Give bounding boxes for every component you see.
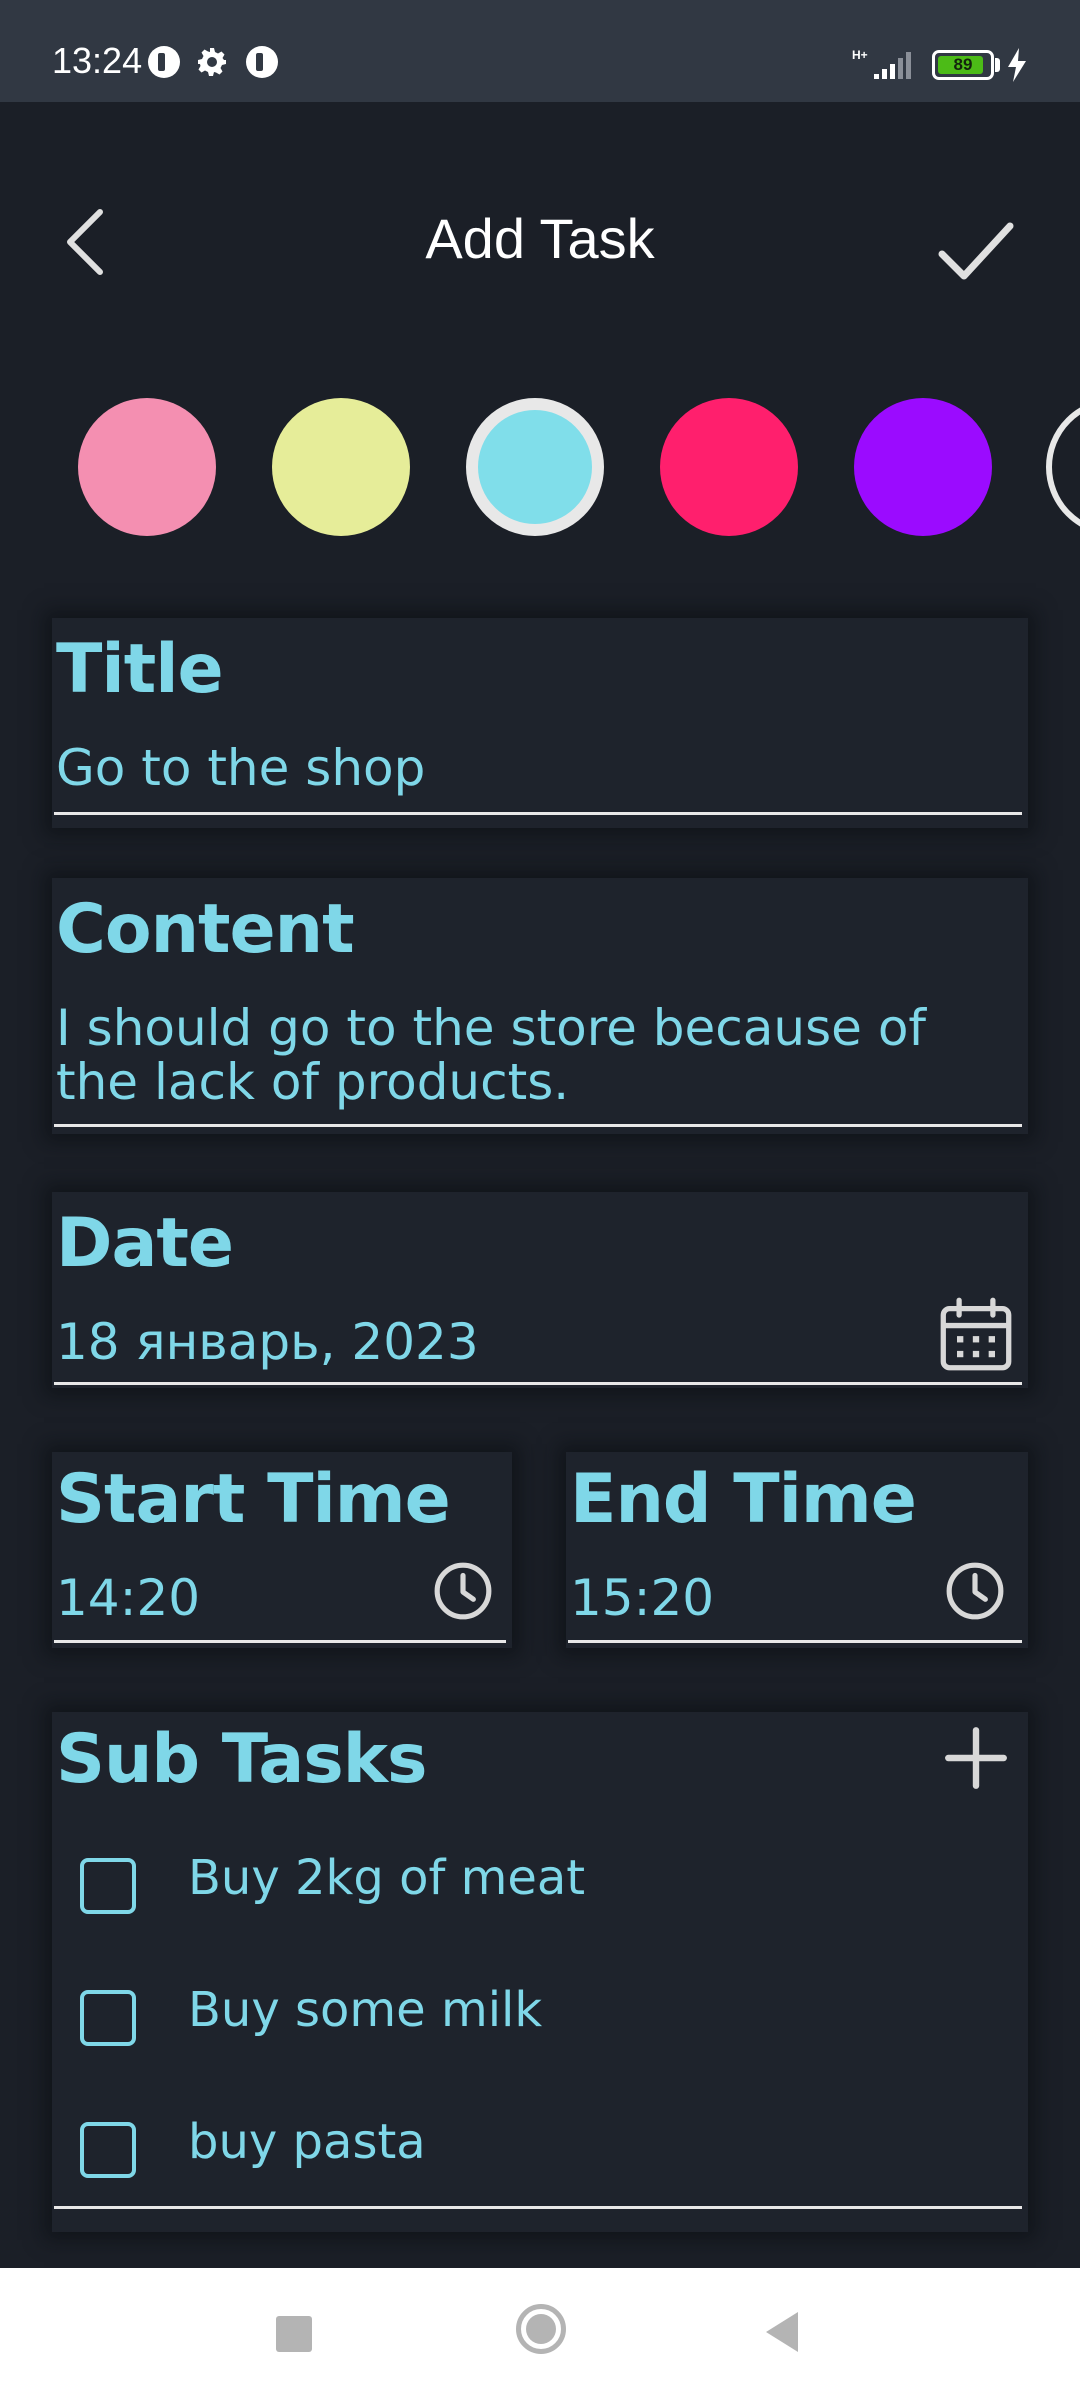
color-swatch-red[interactable] bbox=[660, 398, 798, 536]
content-field-card: Content I should go to the store because… bbox=[52, 878, 1028, 1134]
battery-icon: 89 bbox=[932, 50, 994, 80]
subtask-label: buy pasta bbox=[188, 2114, 426, 2170]
date-underline bbox=[54, 1382, 1022, 1385]
color-swatch-purple[interactable] bbox=[854, 398, 992, 536]
start-time-label: Start Time bbox=[56, 1460, 451, 1539]
notification-app-icon bbox=[148, 46, 180, 78]
signal-icon: H+ bbox=[852, 48, 911, 79]
title-underline bbox=[54, 812, 1022, 815]
network-type-label: H+ bbox=[852, 48, 868, 62]
content-label: Content bbox=[56, 890, 355, 969]
end-time-underline bbox=[568, 1640, 1022, 1643]
color-swatch-cyan[interactable] bbox=[466, 398, 604, 536]
end-time-field-card: End Time 15:20 bbox=[566, 1452, 1028, 1648]
back-triangle-icon[interactable] bbox=[762, 2308, 802, 2356]
recents-button[interactable] bbox=[276, 2316, 312, 2352]
clock-icon[interactable] bbox=[432, 1560, 494, 1622]
title-label: Title bbox=[56, 630, 224, 709]
notification-app-icon bbox=[246, 46, 278, 78]
status-bar: 13:24 H+ 89 bbox=[0, 0, 1080, 102]
subtask-checkbox[interactable] bbox=[80, 2122, 136, 2178]
start-time-underline bbox=[54, 1640, 506, 1643]
clock-icon[interactable] bbox=[944, 1560, 1006, 1622]
system-nav-bar bbox=[0, 2268, 1080, 2400]
subtasks-label: Sub Tasks bbox=[56, 1720, 427, 1799]
checkmark-icon[interactable] bbox=[936, 214, 1016, 286]
date-input[interactable]: 18 январь, 2023 bbox=[56, 1314, 479, 1370]
status-time: 13:24 bbox=[52, 40, 143, 81]
color-swatch-pink[interactable] bbox=[78, 398, 216, 536]
subtask-checkbox[interactable] bbox=[80, 1858, 136, 1914]
charging-bolt-icon bbox=[1008, 48, 1026, 82]
subtask-label: Buy some milk bbox=[188, 1982, 543, 2038]
color-swatch-yellow[interactable] bbox=[272, 398, 410, 536]
end-time-input[interactable]: 15:20 bbox=[570, 1570, 714, 1626]
header: Add Task bbox=[0, 102, 1080, 280]
content-input-line-1[interactable]: I should go to the store because of bbox=[56, 1000, 926, 1056]
title-field-card: Title Go to the shop bbox=[52, 618, 1028, 828]
title-input[interactable]: Go to the shop bbox=[56, 740, 425, 796]
gear-icon bbox=[198, 48, 226, 76]
content-input-line-2[interactable]: the lack of products. bbox=[56, 1054, 569, 1110]
subtask-checkbox[interactable] bbox=[80, 1990, 136, 2046]
battery-tip bbox=[995, 58, 1000, 72]
subtasks-underline bbox=[54, 2206, 1022, 2209]
color-picker bbox=[0, 392, 1080, 542]
start-time-field-card: Start Time 14:20 bbox=[52, 1452, 512, 1648]
date-field-card: Date 18 январь, 2023 bbox=[52, 1192, 1028, 1388]
date-label: Date bbox=[56, 1204, 234, 1283]
end-time-label: End Time bbox=[570, 1460, 917, 1539]
home-button[interactable] bbox=[516, 2304, 566, 2354]
content-underline bbox=[54, 1124, 1022, 1127]
page-title: Add Task bbox=[425, 207, 655, 270]
calendar-icon[interactable] bbox=[938, 1296, 1014, 1372]
plus-icon[interactable] bbox=[944, 1726, 1008, 1790]
subtask-label: Buy 2kg of meat bbox=[188, 1850, 586, 1906]
battery-level: 89 bbox=[953, 55, 973, 74]
subtasks-card: Sub Tasks Buy 2kg of meat Buy some milk … bbox=[52, 1712, 1028, 2232]
color-swatch-more[interactable] bbox=[1046, 398, 1080, 536]
start-time-input[interactable]: 14:20 bbox=[56, 1570, 200, 1626]
